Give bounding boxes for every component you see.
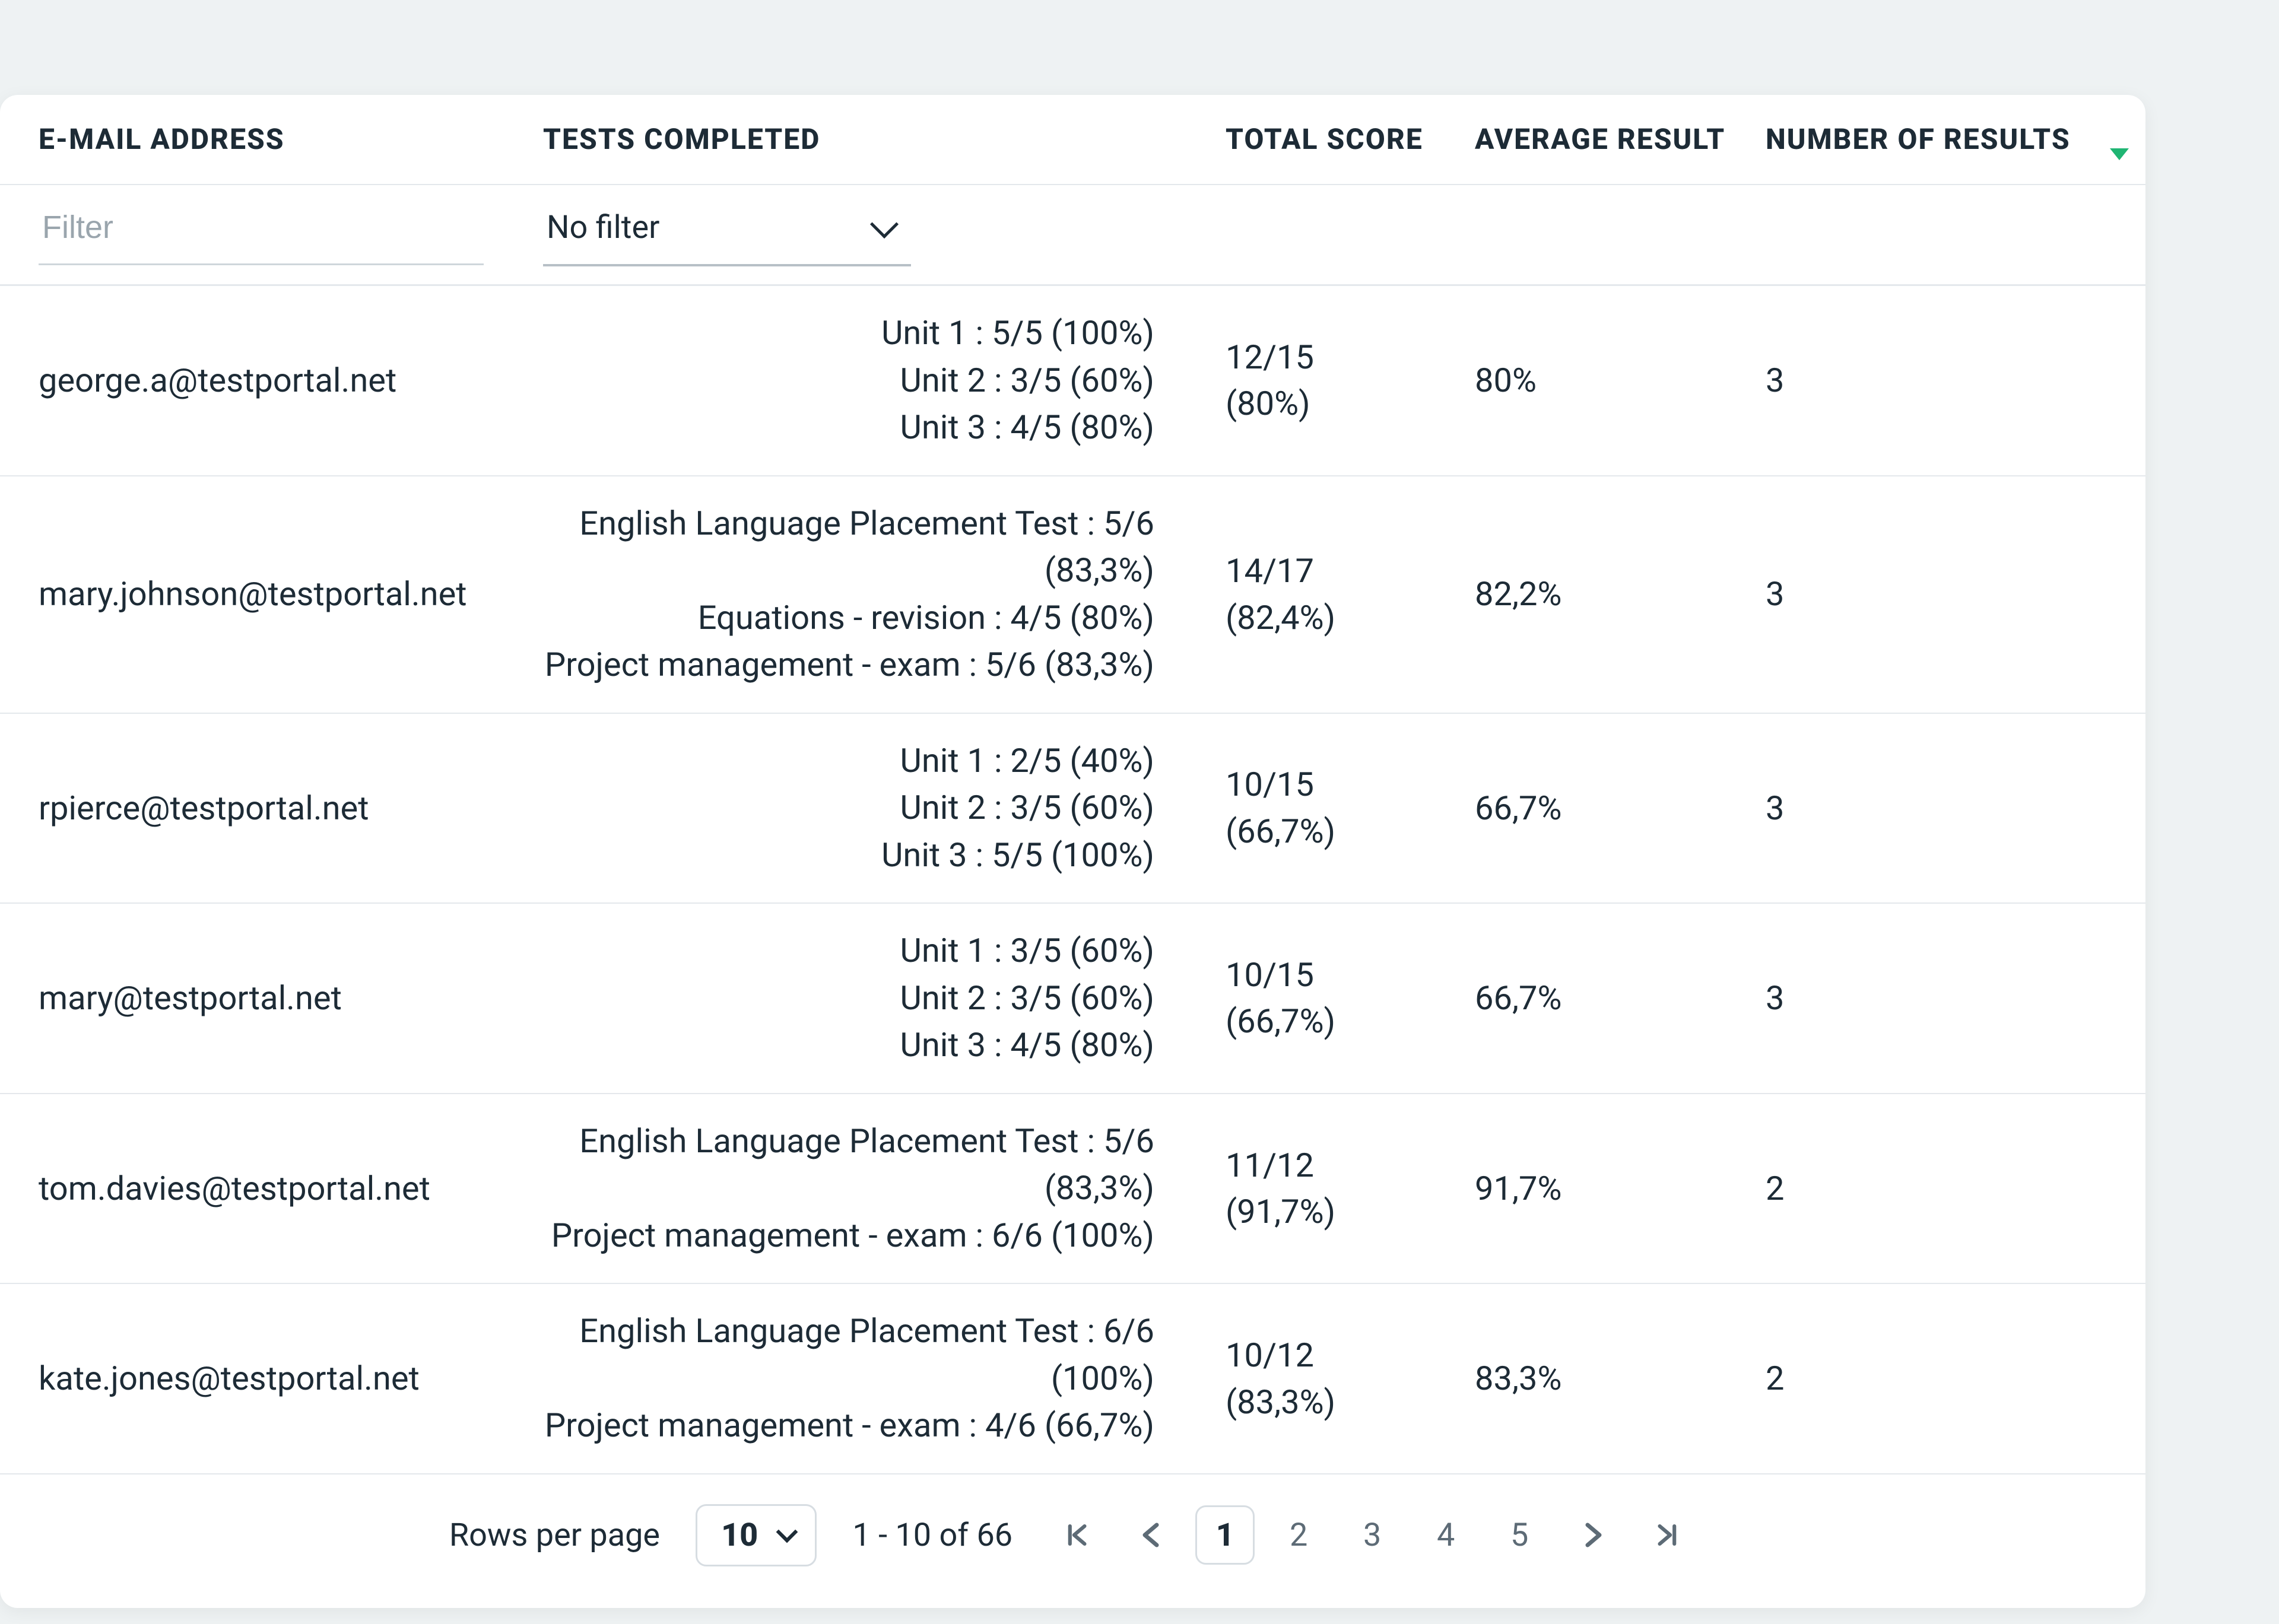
avg-result-cell: 83,3% — [1475, 1355, 1766, 1401]
test-line: Project management - exam : 4/6 (66,7%) — [543, 1402, 1154, 1450]
table-row[interactable]: rpierce@testportal.netUnit 1 : 2/5 (40%)… — [0, 714, 2145, 904]
num-results-cell: 2 — [1766, 1355, 2110, 1401]
total-score-cell: 10/15(66,7%) — [1226, 952, 1475, 1045]
test-line: Unit 2 : 3/5 (60%) — [543, 784, 1154, 832]
first-page-button[interactable] — [1048, 1505, 1107, 1565]
chevron-down-icon — [776, 1521, 798, 1543]
table-row[interactable]: kate.jones@testportal.netEnglish Languag… — [0, 1284, 2145, 1474]
test-line: Project management - exam : 6/6 (100%) — [543, 1212, 1154, 1260]
test-line: Project management - exam : 5/6 (83,3%) — [543, 641, 1154, 689]
total-score-cell: 14/17(82,4%) — [1226, 548, 1475, 641]
table-row[interactable]: george.a@testportal.netUnit 1 : 5/5 (100… — [0, 286, 2145, 476]
test-line: Unit 1 : 2/5 (40%) — [543, 738, 1154, 785]
rows-per-page-value: 10 — [721, 1517, 758, 1554]
total-score-value: 10/12 — [1226, 1332, 1457, 1378]
test-line: Equations - revision : 4/5 (80%) — [543, 595, 1154, 642]
num-results-cell: 3 — [1766, 785, 2110, 831]
table-row[interactable]: tom.davies@testportal.netEnglish Languag… — [0, 1094, 2145, 1285]
email-cell: george.a@testportal.net — [39, 357, 543, 403]
num-results-cell: 3 — [1766, 357, 2110, 403]
email-filter-input[interactable] — [39, 197, 484, 265]
table-footer: Rows per page 10 1 - 10 of 66 12345 — [0, 1474, 2145, 1608]
pager: 12345 — [1048, 1505, 1696, 1565]
total-score-cell: 12/15(80%) — [1226, 334, 1475, 427]
total-score-value: 12/15 — [1226, 334, 1457, 380]
test-line: Unit 3 : 5/5 (100%) — [543, 832, 1154, 879]
tests-cell: English Language Placement Test : 5/6 (8… — [543, 1118, 1226, 1260]
tests-cell: English Language Placement Test : 5/6 (8… — [543, 500, 1226, 689]
last-page-button[interactable] — [1637, 1505, 1696, 1565]
total-score-percent: (66,7%) — [1226, 808, 1457, 854]
page-button-3[interactable]: 3 — [1342, 1505, 1402, 1565]
total-score-value: 10/15 — [1226, 761, 1457, 808]
total-score-cell: 10/12(83,3%) — [1226, 1332, 1475, 1425]
tests-cell: Unit 1 : 2/5 (40%)Unit 2 : 3/5 (60%)Unit… — [543, 738, 1226, 879]
avg-result-cell: 80% — [1475, 357, 1766, 403]
pagination-range: 1 - 10 of 66 — [852, 1517, 1012, 1554]
table-header-row: E-MAIL ADDRESS TESTS COMPLETED TOTAL SCO… — [0, 95, 2145, 185]
table-body: george.a@testportal.netUnit 1 : 5/5 (100… — [0, 286, 2145, 1474]
column-header-total-score[interactable]: TOTAL SCORE — [1226, 121, 1475, 158]
email-cell: tom.davies@testportal.net — [39, 1165, 543, 1212]
rows-per-page-label: Rows per page — [449, 1517, 660, 1554]
avg-result-cell: 91,7% — [1475, 1165, 1766, 1212]
email-cell: mary.johnson@testportal.net — [39, 571, 543, 617]
results-table-card: E-MAIL ADDRESS TESTS COMPLETED TOTAL SCO… — [0, 95, 2145, 1608]
page-button-2[interactable]: 2 — [1269, 1505, 1328, 1565]
total-score-cell: 11/12(91,7%) — [1226, 1142, 1475, 1235]
total-score-value: 14/17 — [1226, 548, 1457, 594]
page-button-4[interactable]: 4 — [1416, 1505, 1475, 1565]
test-line: Unit 2 : 3/5 (60%) — [543, 975, 1154, 1022]
test-line: Unit 3 : 4/5 (80%) — [543, 1022, 1154, 1069]
tests-cell: Unit 1 : 3/5 (60%)Unit 2 : 3/5 (60%)Unit… — [543, 927, 1226, 1069]
total-score-value: 11/12 — [1226, 1142, 1457, 1188]
next-page-button[interactable] — [1563, 1505, 1623, 1565]
column-header-tests[interactable]: TESTS COMPLETED — [543, 121, 1226, 158]
num-results-cell: 3 — [1766, 571, 2110, 617]
total-score-percent: (91,7%) — [1226, 1188, 1457, 1235]
total-score-percent: (82,4%) — [1226, 595, 1457, 641]
test-line: Unit 3 : 4/5 (80%) — [543, 404, 1154, 452]
num-results-cell: 3 — [1766, 975, 2110, 1021]
rows-per-page-select[interactable]: 10 — [696, 1504, 817, 1566]
avg-result-cell: 82,2% — [1475, 571, 1766, 617]
chevron-down-icon — [870, 209, 899, 238]
prev-page-button[interactable] — [1122, 1505, 1181, 1565]
column-header-email[interactable]: E-MAIL ADDRESS — [39, 121, 543, 158]
avg-result-cell: 66,7% — [1475, 785, 1766, 831]
test-line: Unit 2 : 3/5 (60%) — [543, 357, 1154, 405]
tests-filter-selected: No filter — [547, 209, 659, 246]
tests-cell: Unit 1 : 5/5 (100%)Unit 2 : 3/5 (60%)Uni… — [543, 310, 1226, 452]
test-line: English Language Placement Test : 5/6 (8… — [543, 500, 1154, 595]
total-score-value: 10/15 — [1226, 952, 1457, 998]
table-filter-row: No filter — [0, 185, 2145, 286]
email-cell: mary@testportal.net — [39, 975, 543, 1021]
tests-filter-select[interactable]: No filter — [543, 197, 911, 266]
email-cell: kate.jones@testportal.net — [39, 1355, 543, 1401]
test-line: English Language Placement Test : 5/6 (8… — [543, 1118, 1154, 1212]
test-line: English Language Placement Test : 6/6 (1… — [543, 1308, 1154, 1402]
caret-down-icon — [2110, 148, 2129, 160]
email-cell: rpierce@testportal.net — [39, 785, 543, 831]
total-score-percent: (66,7%) — [1226, 998, 1457, 1044]
table-row[interactable]: mary@testportal.netUnit 1 : 3/5 (60%)Uni… — [0, 904, 2145, 1094]
total-score-percent: (83,3%) — [1226, 1379, 1457, 1425]
column-header-num-results[interactable]: NUMBER OF RESULTS — [1766, 121, 2110, 158]
total-score-cell: 10/15(66,7%) — [1226, 761, 1475, 854]
tests-cell: English Language Placement Test : 6/6 (1… — [543, 1308, 1226, 1450]
column-header-avg-result[interactable]: AVERAGE RESULT — [1475, 121, 1766, 158]
test-line: Unit 1 : 5/5 (100%) — [543, 310, 1154, 357]
test-line: Unit 1 : 3/5 (60%) — [543, 927, 1154, 975]
total-score-percent: (80%) — [1226, 380, 1457, 427]
sort-indicator[interactable] — [2110, 119, 2145, 160]
table-row[interactable]: mary.johnson@testportal.netEnglish Langu… — [0, 476, 2145, 714]
page-button-1[interactable]: 1 — [1195, 1505, 1255, 1565]
num-results-cell: 2 — [1766, 1165, 2110, 1212]
page-button-5[interactable]: 5 — [1490, 1505, 1549, 1565]
avg-result-cell: 66,7% — [1475, 975, 1766, 1021]
